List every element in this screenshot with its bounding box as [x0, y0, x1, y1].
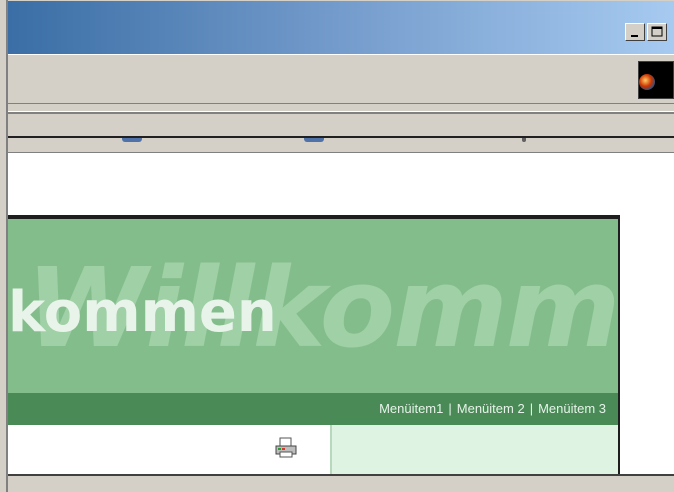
welcome-banner: Willkomm kommen [8, 215, 620, 393]
printer-icon[interactable] [274, 437, 298, 459]
menu-item-2[interactable]: Menüitem 2 [457, 401, 525, 416]
content-panel [330, 425, 618, 474]
link-icon[interactable] [522, 138, 526, 142]
window-left-border [0, 0, 8, 492]
menu-bar: Menüitem1 | Menüitem 2 | Menüitem 3 [8, 393, 618, 425]
toolbar [8, 54, 674, 104]
links-bar [8, 112, 674, 152]
toolbar-separator [8, 104, 674, 112]
link-icon[interactable] [304, 138, 324, 142]
menu-separator: | [448, 401, 452, 416]
browser-throbber [638, 61, 674, 99]
banner-border [618, 215, 620, 474]
title-bar[interactable] [8, 0, 674, 54]
windows-logo-icon [639, 74, 655, 90]
links-bar-divider [8, 136, 674, 138]
minimize-button[interactable] [625, 23, 645, 41]
menu-separator: | [529, 401, 534, 416]
minimize-icon [631, 35, 638, 37]
maximize-button[interactable] [647, 23, 667, 41]
banner-title: kommen [8, 280, 277, 345]
link-icon[interactable] [122, 138, 142, 142]
status-bar [8, 474, 674, 492]
maximize-icon [651, 26, 663, 37]
page-viewport: Willkomm kommen Menüitem1 | Menüitem 2 | Men… [8, 152, 674, 474]
menu-item-3[interactable]: Menüitem 3 [538, 401, 606, 416]
menu-item-1[interactable]: Menüitem1 [379, 401, 443, 416]
